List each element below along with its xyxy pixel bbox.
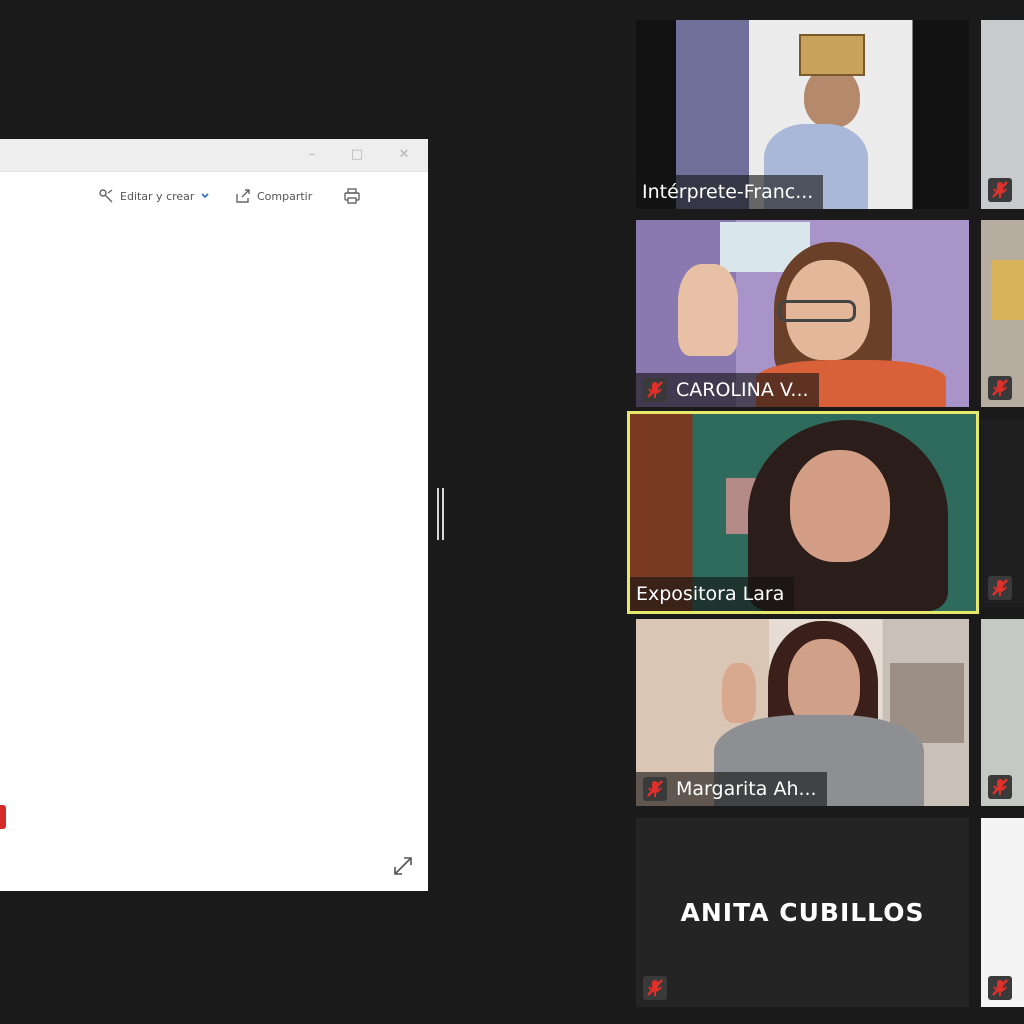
participant-name: Margarita Ah... xyxy=(676,778,817,800)
share-label: Compartir xyxy=(257,189,313,203)
mic-muted-icon xyxy=(988,178,1012,202)
pointing-hand xyxy=(722,663,756,723)
mic-muted-icon xyxy=(988,976,1012,1000)
participant-face xyxy=(790,450,890,562)
video-tile-partial[interactable] xyxy=(981,619,1024,806)
mic-muted-icon xyxy=(643,777,667,801)
expand-icon[interactable] xyxy=(392,855,414,877)
edit-create-icon xyxy=(99,189,113,203)
edit-create-button[interactable]: Editar y crear xyxy=(98,185,210,207)
background-object xyxy=(991,260,1024,320)
share-button[interactable]: Compartir xyxy=(235,185,312,207)
video-tile-partial[interactable] xyxy=(981,818,1024,1007)
mic-muted-icon xyxy=(988,576,1012,600)
video-tile-expositora[interactable]: Expositora Lara xyxy=(627,411,979,614)
raised-hand xyxy=(678,264,738,356)
video-tile-partial[interactable] xyxy=(981,20,1024,209)
minimize-icon[interactable]: – xyxy=(302,145,322,165)
mic-muted-icon xyxy=(643,976,667,1000)
window-titlebar: – □ ✕ xyxy=(0,139,428,172)
participant-name: CAROLINA V... xyxy=(676,379,809,401)
participant-name-bar: Intérprete-Franc... xyxy=(636,175,824,209)
mic-muted-icon xyxy=(643,378,667,402)
participant-name: ANITA CUBILLOS xyxy=(680,898,925,927)
participant-name: Expositora Lara xyxy=(636,583,785,605)
chevron-down-icon[interactable] xyxy=(200,191,210,201)
participant-name: Intérprete-Franc... xyxy=(642,181,814,203)
glasses xyxy=(778,300,856,322)
print-button[interactable] xyxy=(343,185,361,207)
logo-mark xyxy=(0,805,6,829)
video-tile-margarita[interactable]: Margarita Ah... xyxy=(636,619,969,806)
video-tile-interpreter[interactable]: Intérprete-Franc... xyxy=(636,20,969,209)
brand-logo xyxy=(0,805,40,865)
video-tile-partial[interactable] xyxy=(981,220,1024,407)
shared-screen-window: – □ ✕ Editar y crear Compartir xyxy=(0,139,428,891)
share-icon xyxy=(236,189,250,203)
participant-name-bar: Expositora Lara xyxy=(630,577,795,611)
mic-muted-icon xyxy=(988,376,1012,400)
print-icon xyxy=(344,188,360,204)
close-icon[interactable]: ✕ xyxy=(394,145,414,165)
video-tile-carolina[interactable]: CAROLINA V... xyxy=(636,220,969,407)
edit-create-label: Editar y crear xyxy=(120,189,195,203)
video-tile-anita[interactable]: ANITA CUBILLOS xyxy=(636,818,969,1007)
wall-painting xyxy=(799,34,865,76)
participant-name-bar: Margarita Ah... xyxy=(636,772,827,806)
restore-icon[interactable]: □ xyxy=(347,145,367,165)
split-view-handle[interactable] xyxy=(436,488,446,540)
mic-muted-icon xyxy=(988,775,1012,799)
participant-name-bar: CAROLINA V... xyxy=(636,373,819,407)
video-tile-partial[interactable] xyxy=(981,420,1024,607)
